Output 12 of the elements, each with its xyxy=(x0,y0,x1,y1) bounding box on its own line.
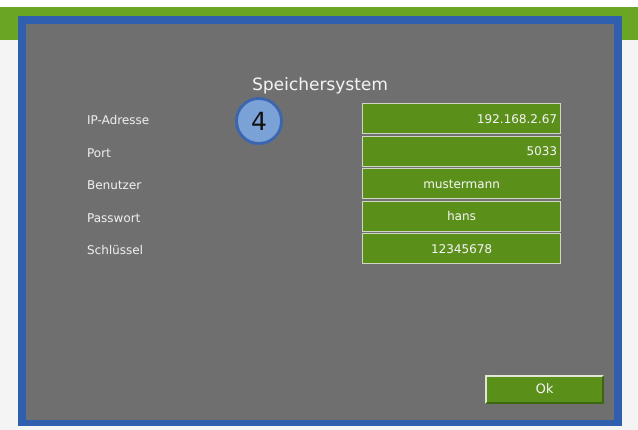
field-label: Port xyxy=(87,146,111,160)
input-field[interactable]: 12345678 xyxy=(362,233,561,264)
input-field[interactable]: 192.168.2.67 xyxy=(362,103,561,134)
input-field[interactable]: hans xyxy=(362,200,561,232)
input-field[interactable]: mustermann xyxy=(362,168,561,200)
field-label: Passwort xyxy=(87,210,140,225)
field-label: Benutzer xyxy=(87,178,142,192)
ok-button[interactable]: Ok xyxy=(485,375,604,404)
input-field[interactable]: 5033 xyxy=(362,136,561,167)
field-label: IP-Adresse xyxy=(87,113,150,128)
field-label: Schlüssel xyxy=(87,243,143,258)
dialog-title: Speichersystem xyxy=(252,75,388,95)
